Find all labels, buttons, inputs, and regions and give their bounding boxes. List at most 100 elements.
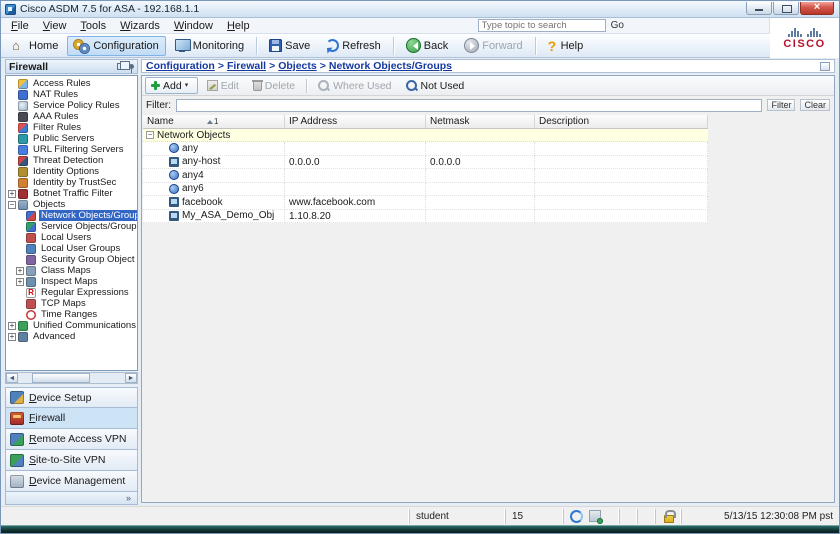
column-header-description[interactable]: Description <box>535 115 708 128</box>
column-header-netmask[interactable]: Netmask <box>426 115 535 128</box>
collapse-nav-icon[interactable] <box>126 493 131 503</box>
aaa-rules-icon <box>18 112 28 122</box>
menu-wizards[interactable]: Wizards <box>113 19 167 33</box>
sidebar-item-access-rules[interactable]: Access Rules <box>8 78 137 89</box>
table-row[interactable]: any4 <box>143 169 708 183</box>
sidebar-item-unified-communications[interactable]: Unified Communications <box>8 320 137 331</box>
menu-window[interactable]: Window <box>167 19 220 33</box>
home-button[interactable]: Home <box>5 36 65 56</box>
search-go-button[interactable]: Go <box>611 20 624 31</box>
class-maps-icon <box>26 266 36 276</box>
breadcrumb-firewall[interactable]: Firewall <box>227 60 266 72</box>
sidebar-item-local-user-groups[interactable]: Local User Groups <box>8 243 137 254</box>
sidebar-item-objects[interactable]: Objects <box>8 199 137 210</box>
close-button[interactable] <box>800 2 834 15</box>
expand-icon[interactable] <box>8 322 16 330</box>
sidebar-item-network-objects-groups[interactable]: Network Objects/Groups <box>8 210 137 221</box>
scrollbar-thumb[interactable] <box>32 373 90 383</box>
delete-button[interactable]: Delete <box>248 77 300 94</box>
save-button[interactable]: Save <box>262 36 317 56</box>
sidebar-item-botnet-traffic-filter[interactable]: Botnet Traffic Filter <box>8 188 137 199</box>
breadcrumb-configuration[interactable]: Configuration <box>146 60 215 72</box>
tree-horizontal-scrollbar[interactable] <box>5 372 138 384</box>
filter-clear-link[interactable]: Clear <box>800 99 830 111</box>
expand-icon[interactable] <box>16 278 24 286</box>
column-header-ip-address[interactable]: IP Address <box>285 115 426 128</box>
table-row[interactable]: any <box>143 142 708 156</box>
sidebar-item-nat-rules[interactable]: NAT Rules <box>8 89 137 100</box>
menu-file[interactable]: File <box>4 19 36 33</box>
group-collapse-icon[interactable] <box>146 131 154 139</box>
group-row-network-objects[interactable]: Network Objects <box>143 129 708 142</box>
column-header-name[interactable]: Name 1 <box>143 115 285 128</box>
sidebar-item-public-servers[interactable]: Public Servers <box>8 133 137 144</box>
expand-icon[interactable] <box>8 190 16 198</box>
sidebar-item-identity-options[interactable]: Identity Options <box>8 166 137 177</box>
not-used-button[interactable]: Not Used <box>401 77 470 94</box>
sidebar-item-threat-detection[interactable]: Threat Detection <box>8 155 137 166</box>
sidebar-item-time-ranges[interactable]: Time Ranges <box>8 309 137 320</box>
search-input[interactable] <box>478 19 606 32</box>
expand-icon[interactable] <box>16 267 24 275</box>
sidebar-item-local-users[interactable]: Local Users <box>8 232 137 243</box>
sidebar-item-service-policy-rules[interactable]: Service Policy Rules <box>8 100 137 111</box>
sidebar-item-filter-rules[interactable]: Filter Rules <box>8 122 137 133</box>
menu-view[interactable]: View <box>36 19 74 33</box>
nav-firewall[interactable]: Firewall <box>5 408 138 429</box>
expand-icon[interactable] <box>8 333 16 341</box>
back-button[interactable]: Back <box>399 36 455 56</box>
nav-device-setup[interactable]: Device Setup <box>5 387 138 408</box>
table-row[interactable]: any-host 0.0.0.0 0.0.0.0 <box>143 156 708 170</box>
sidebar-item-aaa-rules[interactable]: AAA Rules <box>8 111 137 122</box>
sidebar-item-class-maps[interactable]: Class Maps <box>8 265 137 276</box>
sidebar-item-tcp-maps[interactable]: TCP Maps <box>8 298 137 309</box>
refresh-button[interactable]: Refresh <box>319 36 388 56</box>
sidebar-item-identity-by-trustsec[interactable]: Identity by TrustSec <box>8 177 137 188</box>
collapse-icon[interactable] <box>8 201 16 209</box>
sidebar-item-url-filtering-servers[interactable]: URL Filtering Servers <box>8 144 137 155</box>
filter-apply-link[interactable]: Filter <box>767 99 795 111</box>
where-used-button[interactable]: Where Used <box>313 77 396 94</box>
url-filtering-servers-icon <box>18 145 28 155</box>
nav-site-to-site-vpn[interactable]: Site-to-Site VPN <box>5 450 138 471</box>
scroll-right-arrow-icon[interactable] <box>125 373 137 383</box>
scroll-left-arrow-icon[interactable] <box>6 373 18 383</box>
nav-device-management[interactable]: Device Management <box>5 471 138 492</box>
status-cell-empty <box>619 509 637 524</box>
pin-panel-icon[interactable] <box>129 64 134 69</box>
advanced-icon <box>18 332 28 342</box>
network-objects-icon <box>26 211 36 221</box>
nav-remote-access-vpn[interactable]: Remote Access VPN <box>5 429 138 450</box>
edit-button[interactable]: Edit <box>202 77 244 94</box>
table-row[interactable]: facebook www.facebook.com <box>143 196 708 210</box>
help-button[interactable]: Help <box>541 36 591 56</box>
firewall-icon <box>10 412 24 425</box>
minimize-button[interactable] <box>746 2 772 15</box>
menu-help[interactable]: Help <box>220 19 257 33</box>
filter-rules-icon <box>18 123 28 133</box>
forward-button[interactable]: Forward <box>457 36 529 56</box>
table-row[interactable]: any6 <box>143 183 708 197</box>
not-used-magnifier-icon <box>406 80 418 92</box>
sidebar-item-service-objects-groups[interactable]: Service Objects/Groups <box>8 221 137 232</box>
maximize-button[interactable] <box>773 2 799 15</box>
sidebar-item-inspect-maps[interactable]: Inspect Maps <box>8 276 137 287</box>
add-button[interactable]: Add <box>145 77 198 94</box>
inspect-maps-icon <box>26 277 36 287</box>
configuration-button[interactable]: Configuration <box>67 36 165 56</box>
sidebar-item-regular-expressions[interactable]: Regular Expressions <box>8 287 137 298</box>
breadcrumb-network-objects-groups[interactable]: Network Objects/Groups <box>329 60 452 72</box>
pane-menu-icon[interactable] <box>820 62 830 71</box>
sidebar-item-security-group-object-group[interactable]: Security Group Object Group <box>8 254 137 265</box>
table-row[interactable]: My_ASA_Demo_Obj 1.10.8.20 <box>143 210 708 224</box>
sidebar-item-advanced[interactable]: Advanced <box>8 331 137 342</box>
unified-communications-icon <box>18 321 28 331</box>
monitoring-button[interactable]: Monitoring <box>168 36 251 56</box>
configuration-icon <box>74 39 90 53</box>
undock-panel-icon[interactable] <box>117 63 125 70</box>
menu-tools[interactable]: Tools <box>73 19 113 33</box>
breadcrumb: Configuration > Firewall > Objects > Net… <box>141 59 835 73</box>
breadcrumb-objects[interactable]: Objects <box>278 60 317 72</box>
filter-input[interactable] <box>176 99 762 112</box>
where-used-magnifier-icon <box>318 80 330 92</box>
